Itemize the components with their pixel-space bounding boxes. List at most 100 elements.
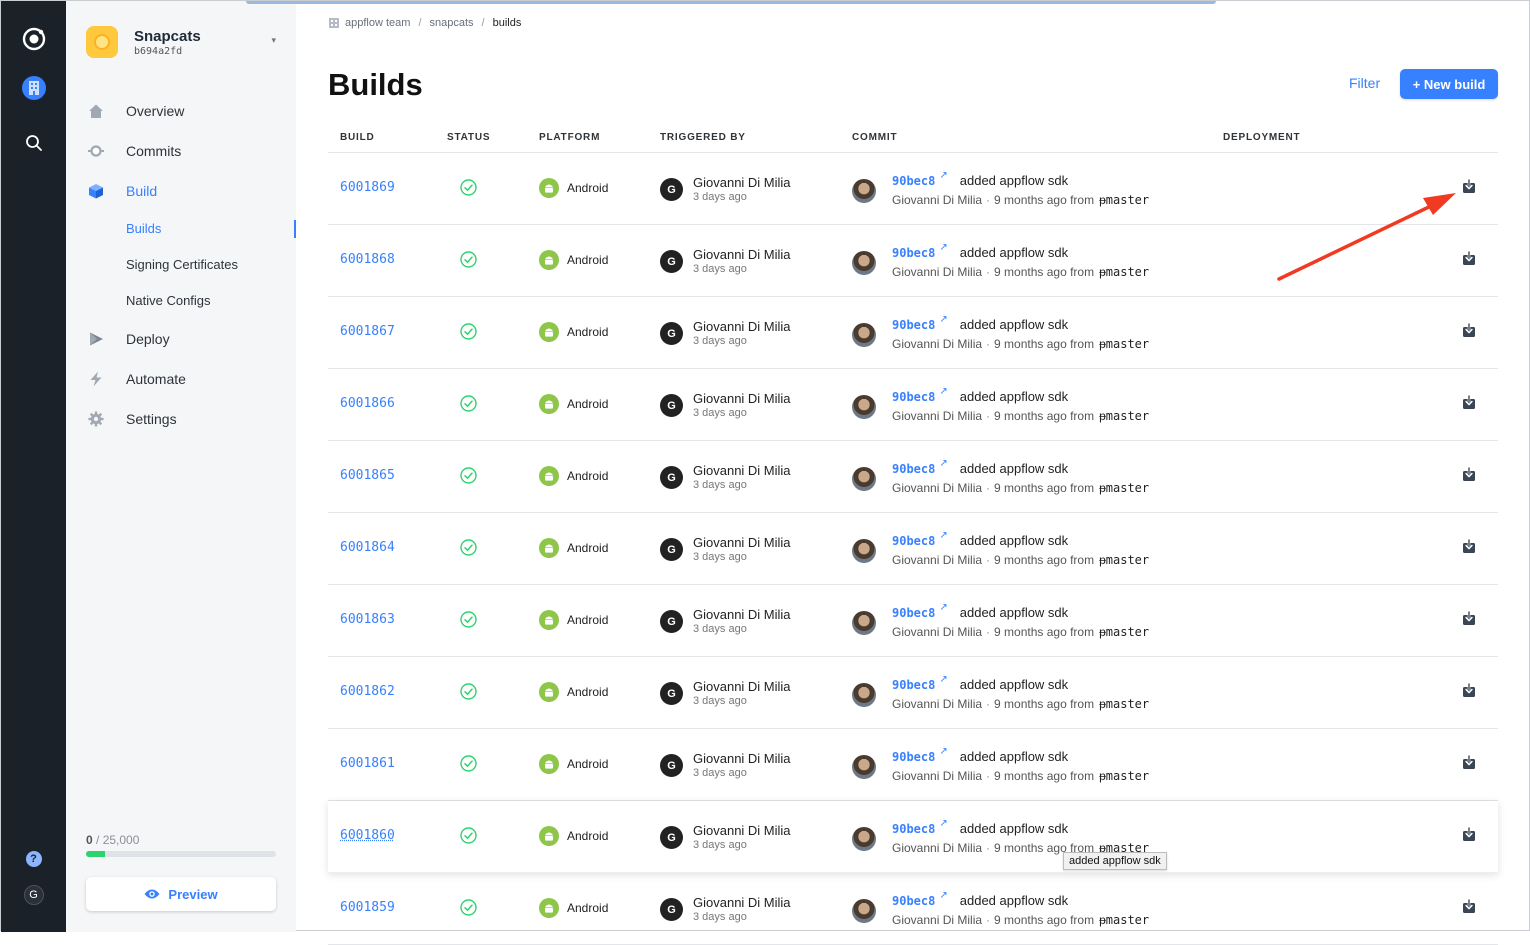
commit-time: 9 months ago from <box>994 769 1095 783</box>
commit-sha-link[interactable]: 90bec8 <box>892 822 935 836</box>
commit-sha-link[interactable]: 90bec8 <box>892 534 935 548</box>
commit-sha-link[interactable]: 90bec8 <box>892 246 935 260</box>
commit-message: added appflow sdk <box>959 749 1069 764</box>
org-building-icon[interactable] <box>1 75 66 101</box>
app-name: Snapcats <box>134 27 201 45</box>
platform-label: Android <box>567 829 609 843</box>
android-icon <box>539 538 559 558</box>
table-row[interactable]: 6001863 Android G Giovanni Di Milia 3 days a… <box>328 585 1498 657</box>
user-avatar: G <box>660 394 683 417</box>
external-link-icon[interactable]: ↗ <box>939 386 947 397</box>
ionic-logo-icon[interactable] <box>1 25 66 53</box>
commit-sha-link[interactable]: 90bec8 <box>892 318 935 332</box>
commit-author: Giovanni Di Milia <box>892 697 983 711</box>
build-id-link[interactable]: 6001868 <box>340 252 395 267</box>
commit-author: Giovanni Di Milia <box>892 913 983 927</box>
commit-author: Giovanni Di Milia <box>892 409 983 423</box>
sidebar-subitem-native-configs[interactable]: Native Configs <box>126 293 211 308</box>
build-id-link[interactable]: 6001863 <box>340 612 395 627</box>
commit-sha-link[interactable]: 90bec8 <box>892 750 935 764</box>
commit-author: Giovanni Di Milia <box>892 265 983 279</box>
table-row[interactable]: 6001862 Android G Giovanni Di Milia 3 days a… <box>328 657 1498 729</box>
build-id-link[interactable]: 6001866 <box>340 396 395 411</box>
build-id-link[interactable]: 6001859 <box>340 900 395 915</box>
download-icon[interactable] <box>1462 611 1476 631</box>
commit-sha-link[interactable]: 90bec8 <box>892 390 935 404</box>
breadcrumb-org[interactable]: appflow team <box>345 17 410 29</box>
external-link-icon[interactable]: ↗ <box>939 170 947 181</box>
sidebar-item-build[interactable]: Build <box>86 179 157 203</box>
external-link-icon[interactable]: ↗ <box>939 602 947 613</box>
download-icon[interactable] <box>1462 899 1476 919</box>
table-row[interactable]: 6001869 Android G Giovanni Di Milia 3 days a… <box>328 153 1498 225</box>
build-id-link[interactable]: 6001869 <box>340 180 395 195</box>
preview-button[interactable]: Preview <box>86 877 276 911</box>
external-link-icon[interactable]: ↗ <box>939 674 947 685</box>
column-header-commit: COMMIT <box>852 132 898 143</box>
build-id-link[interactable]: 6001860 <box>340 828 395 843</box>
download-icon[interactable] <box>1462 683 1476 703</box>
branch-name: master <box>1105 913 1150 927</box>
download-icon[interactable] <box>1462 467 1476 487</box>
external-link-icon[interactable]: ↗ <box>939 314 947 325</box>
table-row[interactable]: 6001868 Android G Giovanni Di Milia 3 days a… <box>328 225 1498 297</box>
download-icon[interactable] <box>1462 251 1476 271</box>
separator-dot: · <box>986 409 991 423</box>
app-switcher[interactable]: Snapcats b694a2fd ▾ <box>86 25 276 59</box>
separator-dot: · <box>986 697 991 711</box>
table-row[interactable]: 6001865 Android G Giovanni Di Milia 3 days a… <box>328 441 1498 513</box>
build-id-link[interactable]: 6001867 <box>340 324 395 339</box>
commit-sha-link[interactable]: 90bec8 <box>892 174 935 188</box>
build-id-link[interactable]: 6001861 <box>340 756 395 771</box>
sidebar-subitem-signing-certificates[interactable]: Signing Certificates <box>126 257 238 272</box>
build-id-link[interactable]: 6001862 <box>340 684 395 699</box>
commit-sha-link[interactable]: 90bec8 <box>892 462 935 476</box>
sidebar-item-automate[interactable]: Automate <box>86 367 186 391</box>
user-avatar[interactable]: G <box>1 884 66 906</box>
table-row[interactable]: 6001861 Android G Giovanni Di Milia 3 days a… <box>328 729 1498 801</box>
commit-sha-link[interactable]: 90bec8 <box>892 606 935 620</box>
filter-button[interactable]: Filter <box>1349 75 1380 91</box>
sidebar-item-deploy[interactable]: Deploy <box>86 327 170 351</box>
help-icon[interactable]: ? <box>1 849 66 869</box>
table-row[interactable]: 6001860 Android G Giovanni Di Milia 3 days a… <box>328 801 1498 873</box>
sidebar-item-label: Commits <box>126 143 182 159</box>
external-link-icon[interactable]: ↗ <box>939 458 947 469</box>
table-row[interactable]: 6001859 Android G Giovanni Di Milia 3 days a… <box>328 873 1498 945</box>
search-icon[interactable] <box>1 131 66 155</box>
sidebar-subitem-builds[interactable]: Builds <box>126 221 161 236</box>
download-icon[interactable] <box>1462 179 1476 199</box>
table-row[interactable]: 6001864 Android G Giovanni Di Milia 3 days a… <box>328 513 1498 585</box>
platform-cell: Android <box>539 394 608 414</box>
external-link-icon[interactable]: ↗ <box>939 530 947 541</box>
table-row[interactable]: 6001866 Android G Giovanni Di Milia 3 days a… <box>328 369 1498 441</box>
external-link-icon[interactable]: ↗ <box>939 890 947 901</box>
user-avatar: G <box>660 682 683 705</box>
build-id-link[interactable]: 6001864 <box>340 540 395 555</box>
build-id-link[interactable]: 6001865 <box>340 468 395 483</box>
external-link-icon[interactable]: ↗ <box>939 818 947 829</box>
branch-name: master <box>1105 265 1150 279</box>
download-icon[interactable] <box>1462 755 1476 775</box>
new-build-button[interactable]: + New build <box>1400 69 1498 99</box>
sidebar-item-overview[interactable]: Overview <box>86 99 184 123</box>
success-check-icon <box>460 467 477 489</box>
table-row[interactable]: 6001867 Android G Giovanni Di Milia 3 days a… <box>328 297 1498 369</box>
external-link-icon[interactable]: ↗ <box>939 242 947 253</box>
external-link-icon[interactable]: ↗ <box>939 746 947 757</box>
download-icon[interactable] <box>1462 539 1476 559</box>
triggered-by-cell: G Giovanni Di Milia 3 days ago <box>660 679 791 707</box>
download-icon[interactable] <box>1462 323 1476 343</box>
commit-message: added appflow sdk <box>959 389 1069 404</box>
breadcrumb-app[interactable]: snapcats <box>430 17 474 29</box>
success-check-icon <box>460 899 477 921</box>
app-id: b694a2fd <box>134 45 183 57</box>
commit-sha-link[interactable]: 90bec8 <box>892 678 935 692</box>
sidebar-item-settings[interactable]: Settings <box>86 407 177 431</box>
commit-sha-link[interactable]: 90bec8 <box>892 894 935 908</box>
sidebar-item-commits[interactable]: Commits <box>86 139 181 163</box>
download-icon[interactable] <box>1462 827 1476 847</box>
download-icon[interactable] <box>1462 395 1476 415</box>
trigger-user-name: Giovanni Di Milia <box>693 607 791 622</box>
usage-total: / 25,000 <box>96 833 140 847</box>
